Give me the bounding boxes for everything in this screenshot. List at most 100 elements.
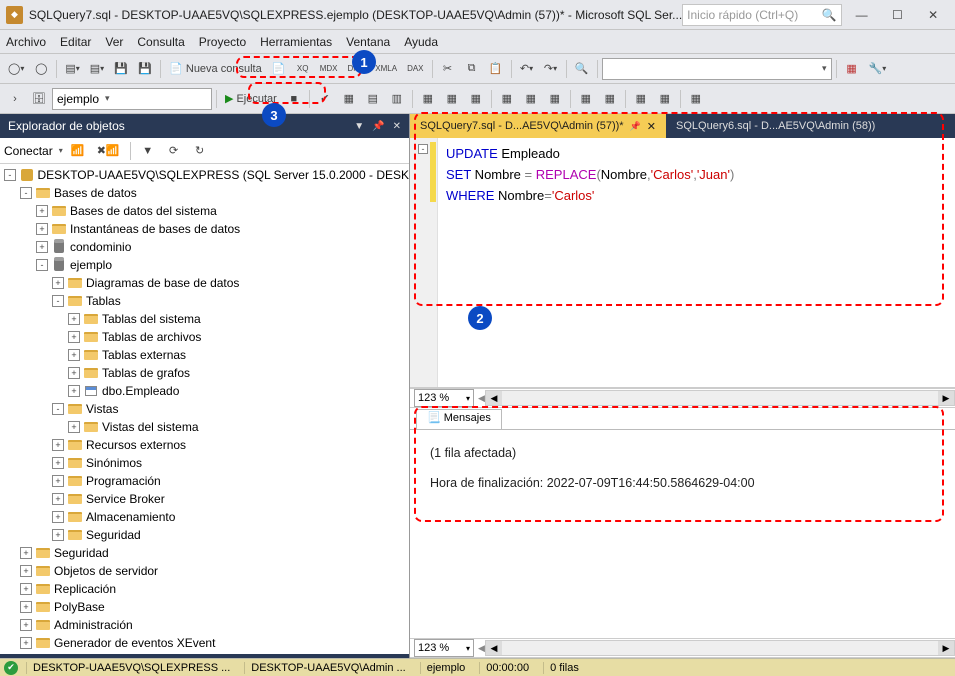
results-text-button[interactable]: ▦ (496, 88, 518, 110)
pin-icon[interactable]: 📌 (630, 121, 641, 132)
sql-editor[interactable]: - UPDATE Empleado SET Nombre = REPLACE(N… (410, 138, 955, 388)
menu-ver[interactable]: Ver (105, 35, 123, 49)
tree-databases[interactable]: Bases de datos (54, 186, 137, 200)
expand-icon[interactable]: + (20, 619, 32, 631)
tbbtn-xmla[interactable]: XMLA (371, 58, 401, 80)
redo-button[interactable]: ↷▾ (540, 58, 562, 80)
expand-icon[interactable]: + (68, 313, 80, 325)
tab-sqlquery6[interactable]: SQLQuery6.sql - D...AE5VQ\Admin (58)) (666, 114, 885, 138)
find-button[interactable]: 🔍 (571, 58, 593, 80)
connect-button[interactable]: Conectar (4, 144, 53, 158)
tree-sys-databases[interactable]: Bases de datos del sistema (70, 204, 217, 218)
expand-icon[interactable]: + (68, 421, 80, 433)
expand-icon[interactable]: - (52, 295, 64, 307)
tree-xevent[interactable]: Generador de eventos XEvent (54, 636, 215, 650)
expand-icon[interactable]: + (20, 637, 32, 649)
expand-icon[interactable]: - (20, 187, 32, 199)
close-panel-icon[interactable]: ✕ (393, 121, 401, 132)
uncomment-button[interactable]: ▦ (599, 88, 621, 110)
tree-file-tables[interactable]: Tablas de archivos (102, 330, 201, 344)
tree-db-ejemplo[interactable]: ejemplo (70, 258, 112, 272)
expand-icon[interactable]: + (52, 277, 64, 289)
open-file-button[interactable]: 📄 (268, 58, 290, 80)
zoom-combo-2[interactable]: 123 %▾ (414, 639, 474, 657)
expand-icon[interactable]: - (52, 403, 64, 415)
menu-herramientas[interactable]: Herramientas (260, 35, 332, 49)
results-file-button[interactable]: ▦ (544, 88, 566, 110)
include-stats-button[interactable]: ▦ (441, 88, 463, 110)
save-button[interactable]: 💾 (110, 58, 132, 80)
expand-icon[interactable]: + (36, 241, 48, 253)
quick-launch-input[interactable]: Inicio rápido (Ctrl+Q) 🔍 (682, 4, 842, 26)
dropdown-icon[interactable]: ▼ (354, 121, 364, 132)
tab-sqlquery7[interactable]: SQLQuery7.sql - D...AE5VQ\Admin (57))* 📌… (410, 114, 666, 138)
tree-db-condominio[interactable]: condominio (70, 240, 131, 254)
sqlcmd-button[interactable]: ▦ (465, 88, 487, 110)
save-all-button[interactable]: 💾 (134, 58, 156, 80)
tree-ext-tables[interactable]: Tablas externas (102, 348, 186, 362)
tree-security[interactable]: Seguridad (54, 546, 109, 560)
undo-button[interactable]: ↶▾ (516, 58, 538, 80)
menu-archivo[interactable]: Archivo (6, 35, 46, 49)
expand-icon[interactable]: + (52, 529, 64, 541)
expand-icon[interactable]: + (52, 511, 64, 523)
tree-db-security[interactable]: Seguridad (86, 528, 141, 542)
results-grid-button[interactable]: ▦ (520, 88, 542, 110)
menu-editar[interactable]: Editar (60, 35, 91, 49)
editor-code[interactable]: UPDATE Empleado SET Nombre = REPLACE(Nom… (410, 138, 955, 213)
tree-programmability[interactable]: Programación (86, 474, 161, 488)
include-plan-button[interactable]: ▦ (417, 88, 439, 110)
tree-server-objects[interactable]: Objetos de servidor (54, 564, 158, 578)
expand-icon[interactable]: + (20, 547, 32, 559)
cut-button[interactable]: ✂ (437, 58, 459, 80)
expand-icon[interactable]: + (52, 457, 64, 469)
tbbtn-mdx[interactable]: MDX (316, 58, 342, 80)
messages-tab[interactable]: 📃 Mensajes (416, 409, 502, 429)
specify-values-button[interactable]: ▦ (685, 88, 707, 110)
tbbtn-dmx[interactable]: DMX (343, 58, 369, 80)
menu-ayuda[interactable]: Ayuda (404, 35, 438, 49)
menu-ventana[interactable]: Ventana (346, 35, 390, 49)
tree-server[interactable]: DESKTOP-UAAE5VQ\SQLEXPRESS (SQL Server 1… (38, 168, 409, 182)
refresh-button[interactable]: ⟳ (163, 140, 185, 162)
expand-icon[interactable]: - (36, 259, 48, 271)
tree-table-empleado[interactable]: dbo.Empleado (102, 384, 179, 398)
tree-synonyms[interactable]: Sinónimos (86, 456, 142, 470)
tree-diagrams[interactable]: Diagramas de base de datos (86, 276, 239, 290)
tree-service-broker[interactable]: Service Broker (86, 492, 165, 506)
menu-consulta[interactable]: Consulta (137, 35, 184, 49)
expand-icon[interactable]: - (4, 169, 16, 181)
expand-icon[interactable]: + (68, 367, 80, 379)
tbbtn-xq[interactable]: XQ (292, 58, 314, 80)
expand-icon[interactable]: + (20, 601, 32, 613)
execute-button[interactable]: ▶Ejecutar (221, 88, 281, 110)
tree-sys-views[interactable]: Vistas del sistema (102, 420, 199, 434)
minimize-button[interactable]: — (846, 3, 878, 27)
search-obj-button[interactable]: ↻ (189, 140, 211, 162)
object-tree[interactable]: -DESKTOP-UAAE5VQ\SQLEXPRESS (SQL Server … (0, 164, 409, 658)
messages-panel[interactable]: (1 fila afectada) Hora de finalización: … (410, 430, 955, 638)
new-query-button[interactable]: 📄Nueva consulta (165, 58, 266, 80)
nav-back-button[interactable]: ◯▾ (4, 58, 28, 80)
tree-replication[interactable]: Replicación (54, 582, 116, 596)
expand-icon[interactable]: + (68, 331, 80, 343)
comment-button[interactable]: ▦ (575, 88, 597, 110)
nav-fwd-button[interactable]: ◯ (30, 58, 52, 80)
tree-graph-tables[interactable]: Tablas de grafos (102, 366, 190, 380)
new-item-button[interactable]: ▤▾ (61, 58, 83, 80)
tree-views[interactable]: Vistas (86, 402, 118, 416)
expand-icon[interactable]: + (52, 439, 64, 451)
tree-management[interactable]: Administración (54, 618, 133, 632)
paste-button[interactable]: 📋 (485, 58, 507, 80)
outdent-button[interactable]: ▦ (654, 88, 676, 110)
expand-icon[interactable]: + (52, 475, 64, 487)
intellisense-button[interactable]: ▥ (386, 88, 408, 110)
expand-icon[interactable]: + (68, 385, 80, 397)
settings-button[interactable]: 🔧▾ (865, 58, 891, 80)
expand-icon[interactable]: + (68, 349, 80, 361)
expand-icon[interactable]: + (20, 565, 32, 577)
maximize-button[interactable]: ☐ (881, 3, 913, 27)
indent-button[interactable]: ▦ (630, 88, 652, 110)
zoom-combo[interactable]: 123 %▾ (414, 389, 474, 407)
h-scrollbar[interactable]: ◀▶ (485, 390, 955, 406)
